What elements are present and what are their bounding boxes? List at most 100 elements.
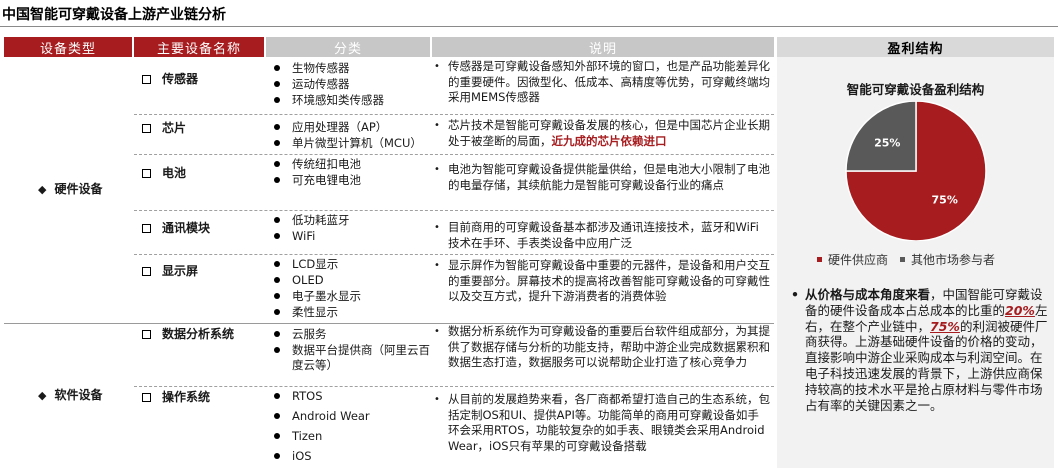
header-profit-structure: 盈利结构 [777, 37, 1054, 57]
legend-swatch-other [900, 257, 906, 262]
list-item: 云服务 [274, 327, 434, 342]
device-name-data-analysis: 数据分析系统 [142, 327, 234, 342]
diamond-icon: ◆ [38, 183, 47, 196]
device-name-battery: 电池 [142, 166, 186, 181]
classification-list: LCD显示 OLED 电子墨水显示 柔性显示 [274, 257, 361, 321]
bullet-icon [274, 309, 280, 315]
bullet-icon [274, 433, 280, 439]
list-item: iOS [274, 449, 370, 464]
bullet-icon [274, 277, 280, 283]
description-data-analysis: • 数据分析系统作为可穿戴设备的重要后台软件组成部分，为其提供了数据存储与分析的功… [434, 324, 770, 369]
header-device-name: 主要设备名称 [134, 37, 264, 57]
list-item: 单片微型计算机（MCU） [274, 136, 422, 151]
checkbox-square-icon [142, 330, 151, 339]
header-device-type: 设备类型 [4, 37, 132, 57]
header-classification: 分类 [266, 37, 430, 57]
list-item: 电子墨水显示 [274, 289, 361, 304]
bullet-icon [274, 161, 280, 167]
list-item: 传统纽扣电池 [274, 157, 361, 172]
highlight-percent: 75% [930, 318, 960, 334]
description-comm-module: • 目前商用的可穿戴设备基本都涉及通讯连接技术，蓝牙和WiFi技术在手环、手表类设… [434, 220, 759, 250]
legend-label-other: 其他市场参与者 [911, 253, 996, 267]
checkbox-square-icon [142, 393, 151, 402]
checkbox-square-icon [142, 267, 151, 276]
classification-list: 传统纽扣电池 可充电锂电池 [274, 157, 361, 189]
checkbox-square-icon [142, 169, 151, 178]
bullet-icon [274, 140, 280, 146]
classification-list: 应用处理器（AP） 单片微型计算机（MCU） [274, 120, 422, 152]
bullet-icon [274, 233, 280, 239]
profit-pie-chart: 75% 25% [845, 101, 987, 241]
row-divider [134, 386, 774, 387]
checkbox-square-icon [142, 75, 151, 84]
bullet-icon: • [791, 287, 799, 302]
device-name-sensor: 传感器 [142, 72, 198, 87]
list-item: 应用处理器（AP） [274, 120, 422, 135]
bullet-icon [274, 293, 280, 299]
device-name-chip: 芯片 [142, 121, 186, 136]
list-item: 数据平台提供商（阿里云百度云等） [274, 343, 434, 373]
classification-list: 生物传感器 运动传感器 环境感知类传感器 [274, 61, 384, 109]
bullet-icon [274, 81, 280, 87]
list-item: LCD显示 [274, 257, 361, 272]
list-item: Android Wear [274, 409, 370, 424]
bullet-icon [274, 217, 280, 223]
bullet-icon [274, 413, 280, 419]
pie-value-label: 25% [874, 136, 900, 149]
checkbox-square-icon [142, 124, 151, 133]
bullet-icon: • [434, 260, 440, 271]
pie-legend: 硬件供应商 其他市场参与者 [817, 251, 995, 268]
list-item: 运动传感器 [274, 77, 384, 92]
header-description: 说明 [432, 37, 774, 57]
row-divider [134, 154, 774, 155]
classification-list: RTOS Android Wear Tizen iOS [274, 389, 370, 465]
bullet-icon [274, 97, 280, 103]
category-software: ◆ 软件设备 [38, 388, 103, 402]
list-item: 柔性显示 [274, 305, 361, 320]
description-display: • 显示屏作为智能可穿戴设备中重要的元器件，是设备和用户交互的重要部分。屏幕技术的… [434, 258, 770, 303]
bullet-icon [274, 393, 280, 399]
bullet-icon [274, 347, 280, 353]
device-name-display: 显示屏 [142, 264, 198, 279]
title-rule [0, 26, 1058, 27]
classification-list: 云服务 数据平台提供商（阿里云百度云等） [274, 327, 434, 374]
bullet-icon [274, 124, 280, 130]
pie-value-label: 75% [932, 194, 958, 207]
list-item: 低功耗蓝牙 [274, 213, 350, 228]
bullet-icon: • [434, 326, 440, 337]
bullet-icon [274, 177, 280, 183]
category-hardware: ◆ 硬件设备 [38, 182, 103, 196]
page-title: 中国智能可穿戴设备上游产业链分析 [2, 7, 226, 23]
bullet-icon: • [434, 394, 440, 405]
bullet-icon: • [434, 164, 440, 175]
legend-swatch-hardware [817, 257, 822, 262]
checkbox-square-icon [142, 224, 151, 233]
pie-chart-title: 智能可穿戴设备盈利结构 [846, 82, 985, 97]
list-item: 环境感知类传感器 [274, 93, 384, 108]
profit-structure-panel: 智能可穿戴设备盈利结构 75% 25% 硬件供应商 其他市场参与者 • 从价格与成… [777, 57, 1054, 468]
classification-list: 低功耗蓝牙 WiFi [274, 213, 350, 245]
row-divider [134, 114, 774, 115]
bullet-icon: • [434, 120, 440, 131]
bullet-icon [274, 453, 280, 459]
bullet-icon: • [434, 61, 440, 72]
list-item: 可充电锂电池 [274, 173, 361, 188]
row-divider [134, 210, 774, 211]
list-item: WiFi [274, 229, 350, 244]
profit-analysis-text: • 从价格与成本角度来看，中国智能可穿戴设备的硬件设备成本占总成本的比重的20%… [791, 287, 1048, 413]
row-divider [134, 254, 774, 255]
description-battery: • 电池为智能可穿戴设备提供能量供给，但是电池大小限制了电池的电量存储，其续航能力… [434, 162, 770, 192]
list-item: OLED [274, 273, 361, 288]
description-chip: • 芯片技术是智能可穿戴设备发展的核心，但是中国芯片企业长期处于被垄断的局面，近… [434, 118, 770, 148]
device-name-comm-module: 通讯模块 [142, 221, 210, 236]
bullet-icon: • [434, 222, 440, 233]
legend-label-hardware: 硬件供应商 [828, 253, 889, 267]
highlight-text: 近九成的芯片依赖进口 [551, 133, 667, 148]
bullet-icon [274, 261, 280, 267]
bullet-icon [274, 65, 280, 71]
highlight-percent: 20% [1005, 302, 1035, 318]
list-item: Tizen [274, 429, 370, 444]
bullet-icon [274, 331, 280, 337]
description-os: • 从目前的发展趋势来看，各厂商都希望打造自己的生态系统，包括定制OS和UI、提供… [434, 392, 770, 453]
list-item: RTOS [274, 389, 370, 404]
